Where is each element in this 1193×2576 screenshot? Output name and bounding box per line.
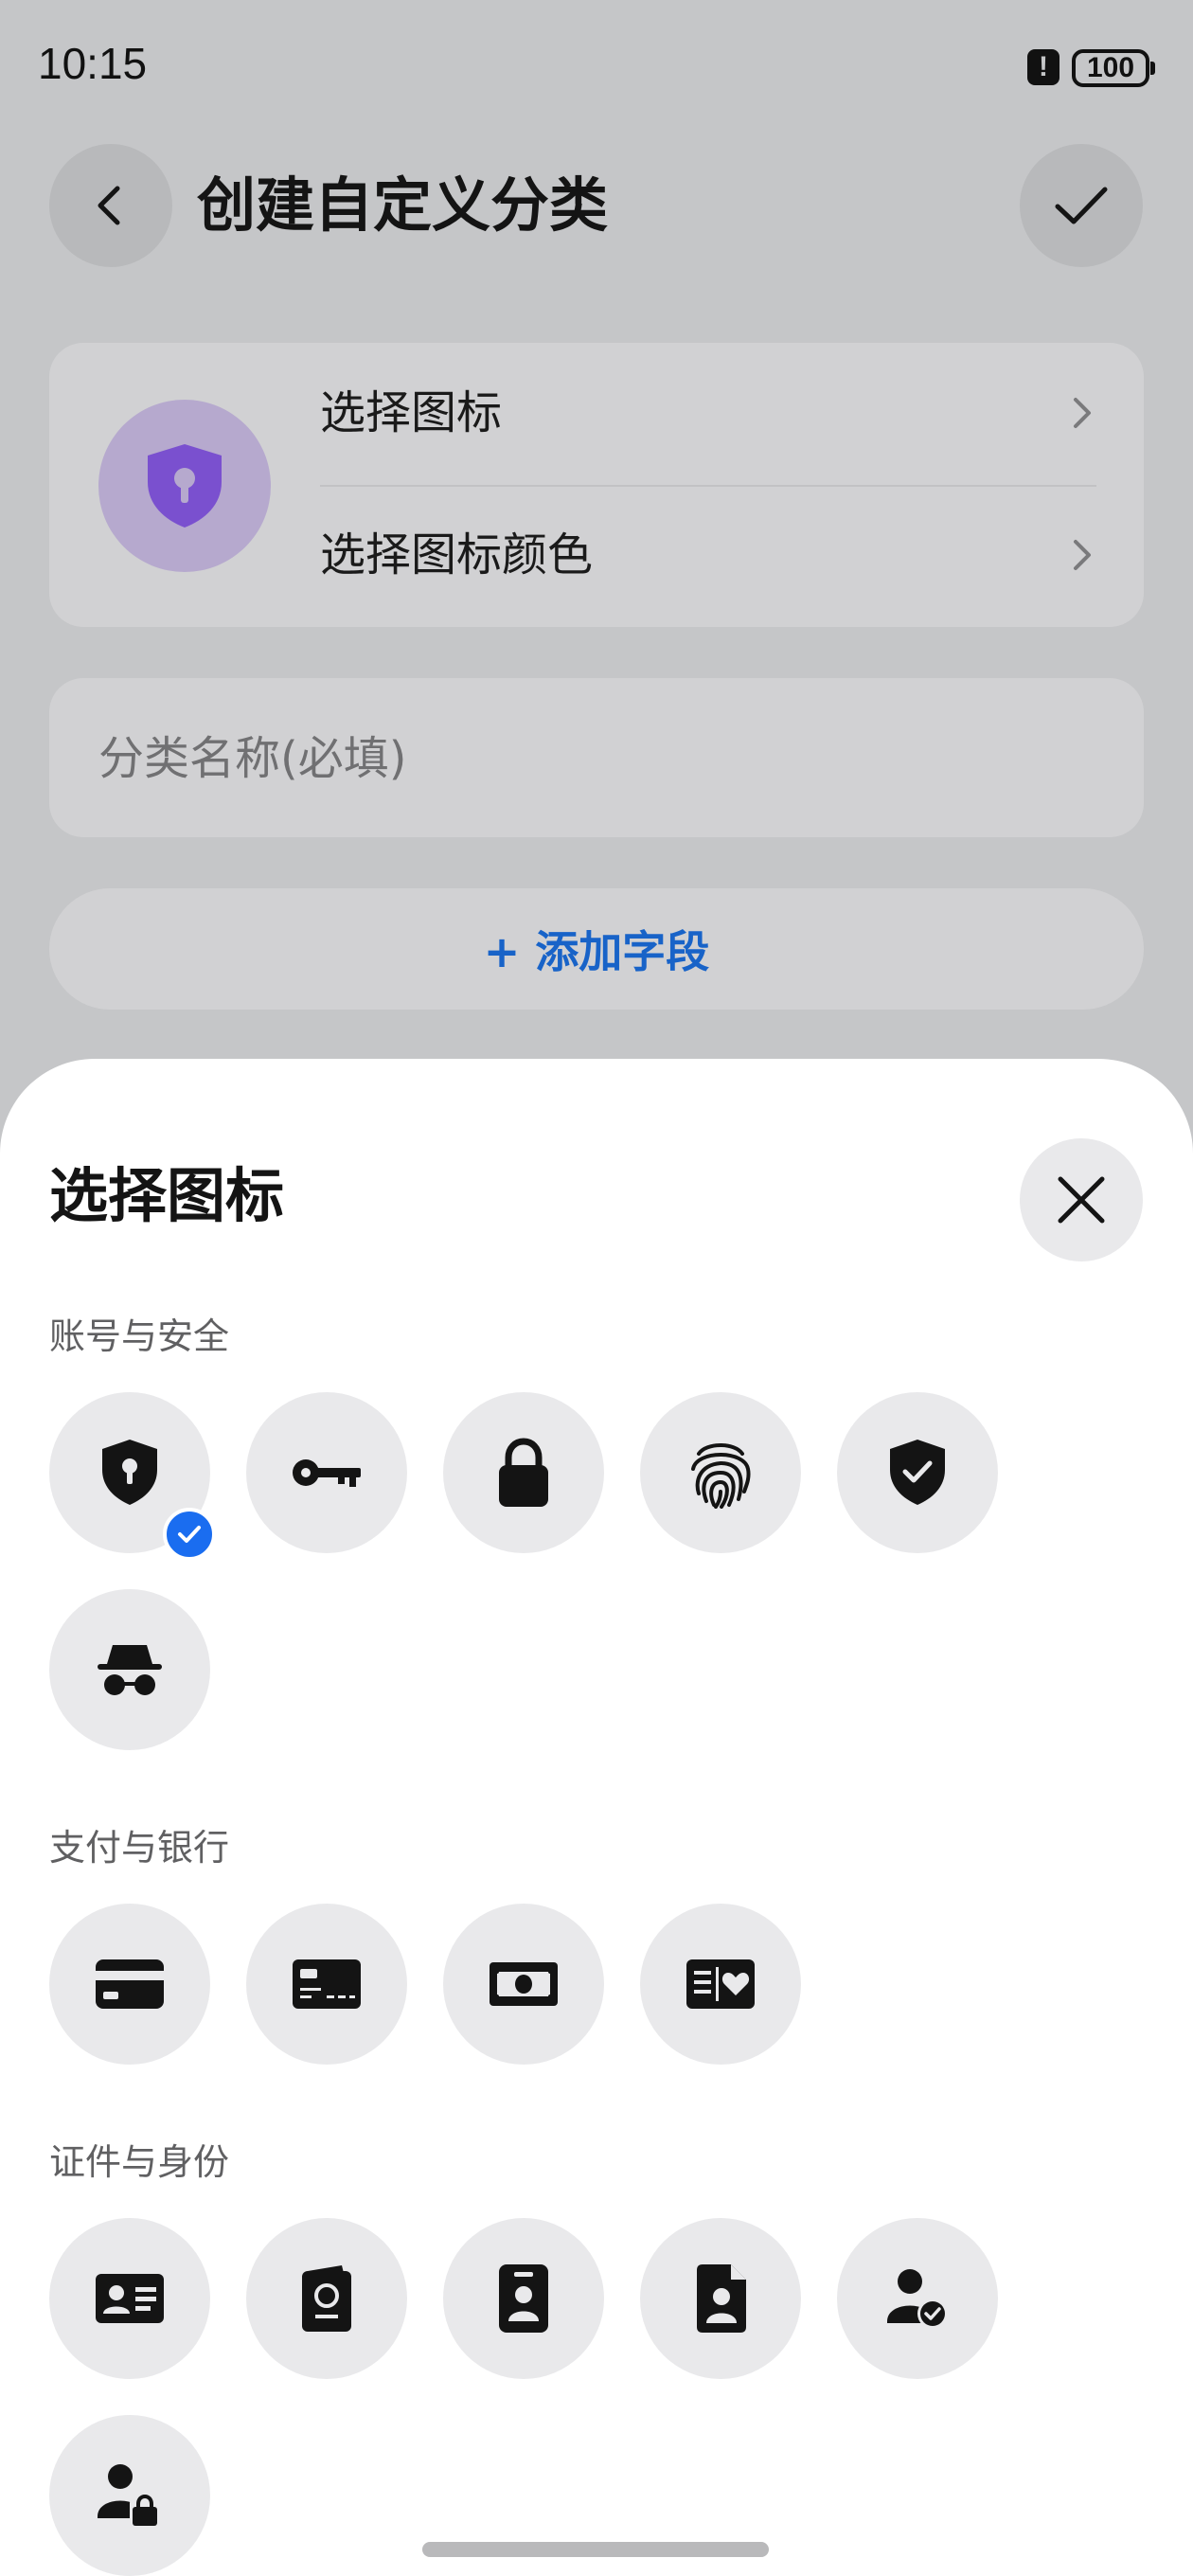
chevron-right-icon (1074, 398, 1091, 428)
chevron-left-icon (98, 186, 120, 225)
icon-option-badge[interactable] (443, 2218, 604, 2379)
checkmark-icon (178, 1526, 201, 1543)
id-document-icon (697, 2264, 746, 2333)
shield-keyhole-icon (102, 1440, 157, 1505)
icon-option-id-card[interactable] (49, 2218, 210, 2379)
category-name-input[interactable] (98, 725, 1102, 792)
user-check-icon (887, 2269, 948, 2329)
icon-option-credit-card[interactable] (49, 1904, 210, 2065)
status-time: 10:15 (38, 39, 148, 88)
icon-option-shield-check[interactable] (837, 1392, 998, 1553)
category-name-card (49, 678, 1144, 837)
passport-icon (302, 2265, 351, 2332)
section-label-id-identity: 证件与身份 (49, 2141, 230, 2183)
icon-option-incognito[interactable] (49, 1589, 210, 1750)
battery-level: 100 (1086, 52, 1135, 83)
id-card-icon (96, 2274, 164, 2323)
status-bar: 10:15 100 (0, 0, 1193, 133)
icon-option-card-heart[interactable] (640, 1904, 801, 2065)
shield-keyhole-icon (148, 444, 222, 528)
home-indicator[interactable] (422, 2542, 769, 2557)
sheet-title: 选择图标 (49, 1161, 285, 1230)
icon-settings-card: 选择图标 选择图标颜色 (49, 343, 1144, 627)
confirm-button[interactable] (1020, 144, 1143, 267)
incognito-icon (98, 1645, 162, 1695)
add-field-label: + 添加字段 (483, 926, 710, 977)
icon-option-passport[interactable] (246, 2218, 407, 2379)
choose-icon-label: 选择图标 (320, 386, 503, 439)
icon-option-id-document[interactable] (640, 2218, 801, 2379)
checkmark-icon (1055, 187, 1108, 224)
section-label-account-security: 账号与安全 (49, 1315, 230, 1357)
icon-option-shield-keyhole[interactable] (49, 1392, 216, 1561)
fingerprint-icon (691, 1443, 751, 1509)
page-title: 创建自定义分类 (197, 170, 609, 240)
alert-icon (1027, 49, 1059, 85)
selected-badge (163, 1508, 216, 1561)
chevron-right-icon (1074, 540, 1091, 570)
key-icon (293, 1459, 361, 1487)
lock-icon (499, 1438, 548, 1507)
badge-icon (499, 2264, 548, 2333)
shield-check-icon (890, 1440, 945, 1505)
user-lock-icon (98, 2464, 160, 2528)
close-button[interactable] (1020, 1138, 1143, 1261)
credit-card-icon (96, 1959, 164, 2009)
battery-icon: 100 (1072, 49, 1155, 87)
choose-icon-row[interactable]: 选择图标 (320, 343, 1096, 485)
icon-option-user-lock[interactable] (49, 2415, 210, 2576)
add-field-button[interactable]: + 添加字段 (49, 888, 1144, 1010)
choose-color-row[interactable]: 选择图标颜色 (320, 485, 1096, 627)
section-label-payment-bank: 支付与银行 (49, 1827, 230, 1869)
back-button[interactable] (49, 144, 172, 267)
icon-option-fingerprint[interactable] (640, 1392, 801, 1553)
icon-option-lock[interactable] (443, 1392, 604, 1553)
choose-color-label: 选择图标颜色 (320, 528, 594, 581)
icon-option-user-check[interactable] (837, 2218, 998, 2379)
icon-preview (98, 400, 271, 572)
icon-option-key[interactable] (246, 1392, 407, 1553)
bank-card-icon (293, 1959, 361, 2009)
icon-picker-sheet: 选择图标 账号与安全 支付与银行 证件与身份 (0, 1059, 1193, 2576)
icon-option-banknote[interactable] (443, 1904, 604, 2065)
icon-option-bank-card[interactable] (246, 1904, 407, 2065)
close-icon (1058, 1176, 1105, 1224)
card-heart-icon (686, 1959, 755, 2009)
banknote-icon (490, 1962, 558, 2006)
